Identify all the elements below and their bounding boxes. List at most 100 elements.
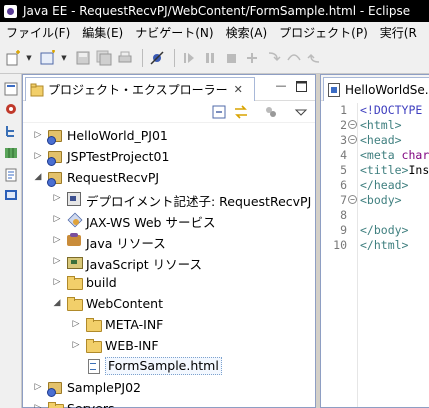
project-tree: ▷ HelloWorld_PJ01 ▷ JSPTestProject01 ◢ Reques… — [23, 123, 315, 408]
web-services-icon — [66, 211, 82, 227]
code-line[interactable]: 1 <!DOCTYPE — [321, 103, 429, 118]
expand-arrow-icon[interactable]: ▷ — [71, 340, 81, 350]
map-icon[interactable] — [4, 146, 18, 160]
step-return-icon[interactable] — [306, 49, 324, 67]
project-icon — [47, 379, 63, 397]
code-line[interactable]: 2− <html> — [321, 118, 429, 133]
tree-item[interactable]: ▷ META-INF — [23, 314, 315, 335]
menu-file[interactable]: ファイル(F) — [0, 24, 76, 41]
line-number: 3 — [340, 133, 347, 147]
eclipse-app-icon — [4, 4, 17, 18]
tree-item[interactable]: ◢ WebContent — [23, 293, 315, 314]
outline-icon[interactable] — [4, 168, 18, 182]
collapse-arrow-icon[interactable]: ◢ — [33, 172, 43, 182]
project-explorer-tab-title: プロジェクト・エクスプローラー — [48, 83, 228, 97]
expand-arrow-icon[interactable]: ▷ — [71, 319, 81, 329]
tree-item-label: FormSample.html — [105, 357, 222, 375]
menu-run[interactable]: 実行(R — [374, 24, 423, 41]
type-hierarchy-icon[interactable] — [4, 124, 18, 138]
html-file-icon — [85, 358, 101, 374]
window-title-bar[interactable]: Java EE - RequestRecvPJ/WebContent/FormS… — [0, 0, 429, 22]
expand-arrow-icon[interactable]: ▷ — [52, 193, 62, 203]
fold-toggle-icon[interactable]: − — [348, 120, 357, 129]
expand-arrow-icon[interactable]: ▷ — [52, 277, 62, 287]
html-file-icon — [328, 82, 340, 97]
tree-item[interactable]: ▷ Java リソース — [23, 230, 315, 251]
tree-item[interactable]: ▷ WEB-INF — [23, 335, 315, 356]
skip-breakpoints-icon[interactable] — [148, 49, 166, 67]
minimize-icon[interactable]: — — [275, 80, 287, 93]
filter-icon[interactable] — [263, 104, 279, 120]
code-line[interactable]: 4 <meta char — [321, 148, 429, 163]
collapse-all-icon[interactable] — [211, 104, 227, 120]
expand-arrow-icon[interactable]: ▷ — [33, 403, 43, 408]
tree-item[interactable]: ▷ JavaScript リソース — [23, 251, 315, 272]
tree-item[interactable]: ▷ Servers — [23, 398, 315, 408]
editor-tab-helloworld[interactable]: HelloWorldSe... — [323, 77, 429, 101]
tree-item[interactable]: ▷ build — [23, 272, 315, 293]
menu-edit[interactable]: 編集(E) — [76, 24, 129, 41]
new-web-icon[interactable] — [39, 49, 57, 67]
maximize-icon[interactable] — [295, 81, 307, 93]
code-line[interactable]: 9 </body> — [321, 223, 429, 238]
step-into-icon[interactable] — [264, 49, 282, 67]
project-explorer-tab[interactable]: プロジェクト・エクスプローラー ✕ — [25, 77, 255, 101]
expand-arrow-icon[interactable]: ▷ — [33, 382, 43, 392]
servers-view-icon[interactable] — [4, 102, 18, 116]
expand-arrow-icon[interactable]: ▷ — [52, 214, 62, 224]
expand-arrow-icon[interactable]: ▷ — [33, 130, 43, 140]
tree-item-label: RequestRecvPJ — [67, 170, 160, 185]
close-icon[interactable]: ✕ — [234, 83, 243, 96]
menu-navigate[interactable]: ナビゲート(N) — [129, 24, 219, 41]
expand-arrow-icon[interactable]: ▷ — [52, 256, 62, 266]
line-number: 5 — [340, 163, 347, 177]
tree-item[interactable]: ▷ SamplePJ02 — [23, 377, 315, 398]
editor-area: HelloWorldSe... 1 <!DOCTYPE 2− <html> 3− <hea… — [320, 74, 429, 408]
code-line-text: <title>Ins — [360, 163, 429, 177]
source-code[interactable]: 1 <!DOCTYPE 2− <html> 3− <head> 4 <meta char 5 <t… — [321, 103, 429, 253]
code-line[interactable]: 3− <head> — [321, 133, 429, 148]
new-web-dropdown-icon[interactable]: ▼ — [60, 49, 68, 67]
tree-item[interactable]: ▷ JAX-WS Web サービス — [23, 209, 315, 230]
code-line[interactable]: 8 — [321, 208, 429, 223]
tree-item[interactable]: ▷ HelloWorld_PJ01 — [23, 125, 315, 146]
project-explorer-tab-bar: プロジェクト・エクスプローラー ✕ — — [23, 75, 315, 101]
new-dropdown-icon[interactable]: ▼ — [25, 49, 33, 67]
line-number: 10 — [333, 238, 347, 252]
suspend-icon[interactable] — [201, 49, 219, 67]
tree-item-label: WEB-INF — [105, 338, 159, 353]
collapse-arrow-icon[interactable]: ◢ — [52, 298, 62, 308]
project-icon — [47, 169, 63, 187]
menu-search[interactable]: 検索(A) — [220, 24, 274, 41]
save-all-icon[interactable] — [95, 49, 113, 67]
view-menu-icon[interactable] — [293, 104, 309, 120]
menu-project[interactable]: プロジェクト(P) — [273, 24, 374, 41]
code-line[interactable]: 7− <body> — [321, 193, 429, 208]
code-line[interactable]: 10 </html> — [321, 238, 429, 253]
line-number: 9 — [340, 223, 347, 237]
terminate-icon[interactable] — [222, 49, 240, 67]
expand-arrow-icon[interactable]: ▷ — [52, 235, 62, 245]
tree-item[interactable]: ▷ JSPTestProject01 — [23, 146, 315, 167]
new-icon[interactable] — [4, 49, 22, 67]
disconnect-icon[interactable] — [243, 49, 261, 67]
tree-item-label: JSPTestProject01 — [67, 149, 170, 164]
fold-toggle-icon[interactable]: − — [348, 195, 357, 204]
print-icon[interactable] — [116, 49, 134, 67]
restore-icon[interactable] — [4, 82, 18, 96]
tree-item[interactable]: FormSample.html — [23, 356, 315, 377]
tree-item[interactable]: ◢ RequestRecvPJ — [23, 167, 315, 188]
toolbar-separator — [174, 48, 175, 67]
console-icon[interactable] — [4, 188, 18, 202]
tree-item[interactable]: ▷ デプロイメント記述子: RequestRecvPJ — [23, 188, 315, 209]
fold-toggle-icon[interactable]: − — [348, 135, 357, 144]
resume-icon[interactable] — [180, 49, 198, 67]
code-line[interactable]: 6 </head> — [321, 178, 429, 193]
step-over-icon[interactable] — [285, 49, 303, 67]
expand-arrow-icon[interactable]: ▷ — [33, 151, 43, 161]
tree-item-label: META-INF — [105, 317, 164, 332]
link-with-editor-icon[interactable] — [233, 104, 249, 120]
code-line-text: <!DOCTYPE — [360, 103, 423, 117]
code-line[interactable]: 5 <title>Ins — [321, 163, 429, 178]
save-icon[interactable] — [74, 49, 92, 67]
